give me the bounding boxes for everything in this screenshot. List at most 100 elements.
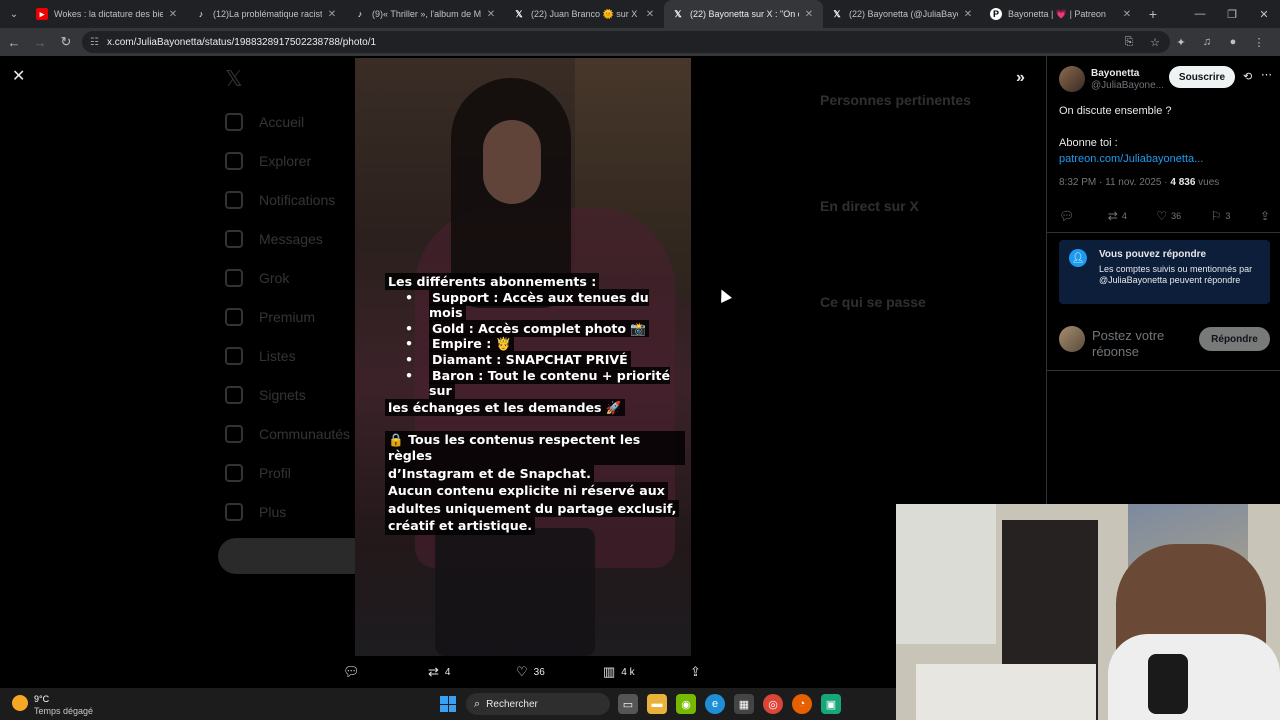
collapse-panel-icon[interactable]: » <box>1016 70 1036 86</box>
weather-icon <box>12 695 28 711</box>
webcam-overlay <box>896 504 1280 720</box>
back-icon[interactable]: ← <box>2 30 26 54</box>
address-bar[interactable]: ☷ x.com/JuliaBayonetta/status/1988328917… <box>82 31 1170 53</box>
bg-nav-item: Explorer <box>225 141 365 180</box>
share-icon: ⇪ <box>690 664 701 679</box>
tab-search-icon[interactable]: ⌄ <box>0 0 28 28</box>
bookmark-icon: ⚐ <box>1210 209 1222 223</box>
tweet-text: On discute ensemble ? Abonne toi : patre… <box>1059 103 1269 167</box>
nvidia-icon[interactable]: ◉ <box>676 694 696 714</box>
x-logo-icon: 𝕏 <box>225 66 243 91</box>
browser-tab[interactable]: ♪ (12)La problématique raciste de ✕ <box>187 0 346 28</box>
tweet-views-count: 4 836 <box>1170 177 1196 188</box>
profile-icon[interactable]: ● <box>1220 31 1246 53</box>
bookmark-count: 3 <box>1225 211 1231 221</box>
firefox-icon[interactable]: ◔ <box>792 694 812 714</box>
share-action[interactable]: ⇪ <box>690 664 707 680</box>
close-tab-icon[interactable]: ✕ <box>485 9 497 20</box>
avatar[interactable] <box>1059 66 1085 92</box>
reply-action[interactable]: 💬︎ <box>343 664 366 680</box>
notice-line: d’Instagram et de Snapchat. <box>385 464 594 483</box>
more-options-icon[interactable]: ⋯ <box>1261 68 1272 81</box>
window-controls: — ❐ ✕ <box>1184 0 1280 28</box>
author-name[interactable]: Bayonetta <box>1091 68 1139 79</box>
like-action[interactable]: ♡ 36 <box>1156 209 1181 223</box>
restore-icon[interactable]: ❐ <box>1216 0 1248 28</box>
tier-item: Baron : Tout le contenu + priorité sur <box>429 366 671 400</box>
x-icon: 𝕏 <box>833 8 841 19</box>
bookmark-star-icon[interactable]: ☆ <box>1142 31 1168 53</box>
close-tab-icon[interactable]: ✕ <box>326 9 338 20</box>
tab-title: (22) Bayonetta sur X : "On discu <box>690 9 799 19</box>
site-info-icon[interactable]: ☷ <box>90 37 99 48</box>
taskbar-apps: ▭ ▬ ◉ e ▦ ◎ ◔ ▣ <box>618 694 850 714</box>
chrome-icon[interactable]: ◎ <box>763 694 783 714</box>
tab-title: Wokes : la dictature des bien-pensants <box>54 9 163 19</box>
photo-subject-legs <box>435 528 595 656</box>
reply-action[interactable]: 💬︎ <box>1059 209 1078 223</box>
store-icon[interactable]: ▦ <box>734 694 754 714</box>
view-count: 4 k <box>621 666 635 678</box>
browser-tab-strip: ⌄ ▸ Wokes : la dictature des bien-pensan… <box>0 0 1280 28</box>
edge-icon[interactable]: e <box>705 694 725 714</box>
close-tab-icon[interactable]: ✕ <box>803 9 815 20</box>
retweet-action[interactable]: ⇄ 4 <box>1108 209 1127 223</box>
tab-title: (22) Bayonetta (@JuliaBayonetta <box>849 9 958 19</box>
photo-action-bar: 💬︎ ⇄ 4 ♡ 36 ▥ 4 k ⇪ <box>340 662 710 682</box>
install-app-icon[interactable]: ⎘ <box>1116 31 1142 53</box>
windows-start-icon[interactable] <box>440 696 456 712</box>
browser-tab[interactable]: ▸ Wokes : la dictature des bien-pensants… <box>28 0 187 28</box>
bg-nav-item: Signets <box>225 375 365 414</box>
views-action[interactable]: ▥ 4 k <box>603 664 635 680</box>
media-controls-icon[interactable]: ♫ <box>1194 31 1220 53</box>
close-tab-icon[interactable]: ✕ <box>644 9 656 20</box>
grok-icon[interactable]: ⟲ <box>1243 70 1252 83</box>
chrome-menu-icon[interactable]: ⋮ <box>1246 31 1272 53</box>
reply-button[interactable]: Répondre <box>1199 327 1270 351</box>
browser-tab[interactable]: P Bayonetta | 💗 | Patreon ✕ <box>982 0 1141 28</box>
close-photo-icon[interactable]: ✕ <box>12 69 28 85</box>
close-tab-icon[interactable]: ✕ <box>962 9 974 20</box>
bar-chart-icon: ▥ <box>603 664 616 679</box>
like-action[interactable]: ♡ 36 <box>516 664 545 680</box>
bg-nav-item: Communautés <box>225 414 365 453</box>
browser-tab-active[interactable]: 𝕏 (22) Bayonetta sur X : "On discu ✕ <box>664 0 823 28</box>
tweet-header: Bayonetta @JuliaBayone... Souscrire ⟲ ⋯ <box>1059 66 1274 94</box>
subscribe-button[interactable]: Souscrire <box>1169 66 1235 88</box>
close-window-icon[interactable]: ✕ <box>1248 0 1280 28</box>
app-icon[interactable]: ▣ <box>821 694 841 714</box>
patreon-link[interactable]: patreon.com/Juliabayonetta... <box>1059 151 1269 167</box>
bg-nav-item: Notifications <box>225 180 365 219</box>
reload-icon[interactable]: ↻ <box>54 30 78 54</box>
tiktok-icon: ♪ <box>198 9 204 19</box>
author-handle[interactable]: @JuliaBayone... <box>1091 80 1163 91</box>
bg-heading: En direct sur X <box>820 198 919 214</box>
divider <box>1047 370 1280 371</box>
webcam-window <box>896 504 996 644</box>
share-action[interactable]: ⇪ <box>1260 209 1274 223</box>
heart-icon: ♡ <box>1156 209 1168 223</box>
tier-continuation: les échanges et les demandes 🚀 <box>385 398 625 417</box>
retweet-action[interactable]: ⇄ 4 <box>428 664 450 680</box>
bg-nav-item: Messages <box>225 219 365 258</box>
close-tab-icon[interactable]: ✕ <box>1121 9 1133 20</box>
browser-tab[interactable]: 𝕏 (22) Juan Branco 🌞 sur X : "La ✕ <box>505 0 664 28</box>
browser-tab[interactable]: 𝕏 (22) Bayonetta (@JuliaBayonetta ✕ <box>823 0 982 28</box>
forward-icon[interactable]: → <box>28 30 52 54</box>
minimize-icon[interactable]: — <box>1184 0 1216 28</box>
browser-tab[interactable]: ♪ (9)« Thriller », l'album de Micha ✕ <box>346 0 505 28</box>
taskbar-search[interactable]: ⌕ Rechercher <box>466 693 610 715</box>
divider <box>1047 232 1280 233</box>
new-tab-button[interactable]: + <box>1141 6 1165 22</box>
close-tab-icon[interactable]: ✕ <box>167 9 179 20</box>
file-explorer-icon[interactable]: ▬ <box>647 694 667 714</box>
task-view-icon[interactable]: ▭ <box>618 694 638 714</box>
bookmark-action[interactable]: ⚐ 3 <box>1211 209 1231 223</box>
extensions-icon[interactable]: ✦ <box>1168 31 1194 53</box>
webcam-microphone <box>1148 654 1188 714</box>
tweet-time[interactable]: 8:32 PM · 11 nov. 2025 · <box>1059 177 1170 188</box>
photo-subject-face <box>483 120 541 204</box>
bg-nav-item: Grok <box>225 258 365 297</box>
retweet-icon: ⇄ <box>428 664 439 679</box>
reply-input[interactable]: Postez votre réponse <box>1092 328 1192 356</box>
